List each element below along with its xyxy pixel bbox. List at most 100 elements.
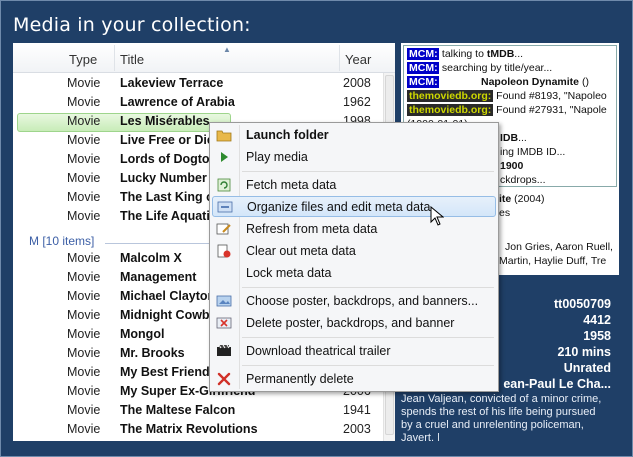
row-type: Movie — [67, 152, 101, 166]
column-header-bar: Type ▲ Title Year — [13, 43, 395, 73]
row-type: Movie — [67, 422, 101, 436]
menu-item-lock-meta-data[interactable]: Lock meta data — [212, 263, 496, 284]
cast-line: Jon Gries, Aaron Ruell, — [505, 241, 613, 253]
row-title: Michael Clayton — [120, 289, 216, 303]
menu-item-clear-out-meta-data[interactable]: Clear out meta data — [212, 241, 496, 262]
row-type: Movie — [67, 365, 101, 379]
mcm-tag: MCM: — [407, 76, 439, 88]
row-type: Movie — [67, 95, 101, 109]
info-line: es — [499, 207, 511, 219]
page-title: Media in your collection: — [13, 14, 251, 36]
column-header-title[interactable]: Title — [120, 52, 144, 67]
media-year-partial: (2004) — [511, 193, 545, 205]
red-x-icon — [216, 372, 232, 387]
row-type: Movie — [67, 76, 101, 90]
table-row[interactable]: Movie Lakeview Terrace 2008 — [13, 74, 383, 93]
sort-ascending-icon: ▲ — [223, 45, 231, 54]
column-header-type[interactable]: Type — [69, 52, 97, 67]
row-year: 2003 — [343, 422, 371, 436]
row-title: Live Free or Die — [120, 133, 214, 147]
mcm-tag: MCM: — [407, 62, 439, 74]
row-type: Movie — [67, 308, 101, 322]
row-title: Management — [120, 270, 197, 284]
row-title: The Life Aquatic — [120, 209, 217, 223]
film-icon — [216, 344, 232, 359]
log-line: themoviedb.org: Found #8193, "Napoleo — [407, 90, 607, 102]
column-divider[interactable] — [339, 45, 340, 71]
menu-separator — [242, 287, 494, 288]
row-type: Movie — [67, 171, 101, 185]
row-year: 1941 — [343, 403, 371, 417]
row-type: Movie — [67, 209, 101, 223]
row-title: Lucky Number — [120, 171, 207, 185]
edit-icon — [216, 222, 232, 237]
tmdb-tag: themoviedb.org: — [407, 104, 494, 116]
row-title: Les Misérables — [120, 114, 210, 128]
table-row[interactable]: Movie The Matrix Revolutions 2003 — [13, 420, 383, 439]
menu-item-download-trailer[interactable]: Download theatrical trailer — [212, 341, 496, 362]
log-line: IDB... — [500, 132, 527, 144]
row-title: Lawrence of Arabia — [120, 95, 235, 109]
movie-runtime: 210 mins — [557, 345, 611, 359]
delete-poster-icon — [216, 316, 232, 331]
column-divider[interactable] — [114, 45, 115, 71]
menu-item-launch-folder[interactable]: Launch folder — [212, 125, 496, 146]
menu-item-refresh-from-meta-data[interactable]: Refresh from meta data — [212, 219, 496, 240]
poster-icon — [216, 294, 232, 309]
menu-item-delete-poster[interactable]: Delete poster, backdrops, and banner — [212, 313, 496, 334]
column-header-year[interactable]: Year — [345, 52, 371, 67]
row-title: The Maltese Falcon — [120, 403, 236, 417]
menu-item-fetch-meta-data[interactable]: Fetch meta data — [212, 175, 496, 196]
menu-item-organize-files[interactable]: Organize files and edit meta data — [212, 196, 496, 217]
row-type: Movie — [67, 403, 101, 417]
cast-line: Martin, Haylie Duff, Tre — [499, 255, 607, 267]
row-title: My Best Friend — [120, 365, 210, 379]
plot-line: spends the rest of his life being pursue… — [401, 406, 596, 418]
clear-icon — [216, 244, 232, 259]
table-row[interactable]: Movie Lawrence of Arabia 1962 — [13, 93, 383, 112]
row-title: Malcolm X — [120, 251, 182, 265]
context-menu[interactable]: Launch folder Play media Fetch meta data… — [209, 122, 499, 392]
row-title: The Last King of — [120, 190, 218, 204]
row-type: Movie — [67, 190, 101, 204]
row-type: Movie — [67, 289, 101, 303]
row-title: Lakeview Terrace — [120, 76, 224, 90]
movie-director: ean-Paul Le Cha... — [503, 377, 611, 391]
group-header[interactable]: M [10 items] — [29, 234, 94, 248]
refresh-icon — [216, 178, 232, 193]
mcm-tag: MCM: — [407, 48, 439, 60]
log-line: 1900 — [500, 160, 524, 172]
play-icon — [216, 150, 232, 165]
row-type: Movie — [67, 384, 101, 398]
plot-line: by a cruel and unrelenting policeman, — [401, 419, 584, 431]
organize-icon — [217, 200, 233, 215]
menu-separator — [242, 365, 494, 366]
log-line: MCM: talking to tMDB... — [407, 48, 524, 60]
row-year: 1962 — [343, 95, 371, 109]
table-row[interactable]: Movie The Maltese Falcon 1941 — [13, 401, 383, 420]
movie-year: 1958 — [583, 329, 611, 343]
row-type: Movie — [67, 114, 101, 128]
movie-rating: Unrated — [563, 361, 611, 375]
row-title: Mr. Brooks — [120, 346, 185, 360]
log-line: ing IMDB ID... — [500, 146, 566, 158]
mouse-cursor-icon — [430, 206, 444, 226]
row-type: Movie — [67, 327, 101, 341]
folder-icon — [216, 128, 232, 143]
menu-separator — [242, 337, 494, 338]
tmdb-tag: themoviedb.org: — [407, 90, 494, 102]
row-year: 2008 — [343, 76, 371, 90]
row-type: Movie — [67, 270, 101, 284]
media-title-partial: ite — [499, 193, 512, 205]
menu-item-choose-poster[interactable]: Choose poster, backdrops, and banners... — [212, 291, 496, 312]
row-type: Movie — [67, 346, 101, 360]
log-line: MCM: Napoleon Dynamite () — [407, 76, 589, 88]
row-type: Movie — [67, 251, 101, 265]
menu-item-play-media[interactable]: Play media — [212, 147, 496, 168]
menu-item-permanently-delete[interactable]: Permanently delete — [212, 369, 496, 390]
log-line: ckdrops... — [500, 174, 546, 186]
log-line: themoviedb.org: Found #27931, "Napole — [407, 104, 607, 116]
movie-number: 4412 — [583, 313, 611, 327]
app-window: Media in your collection: Type ▲ Title Y… — [0, 0, 633, 457]
row-type: Movie — [67, 133, 101, 147]
